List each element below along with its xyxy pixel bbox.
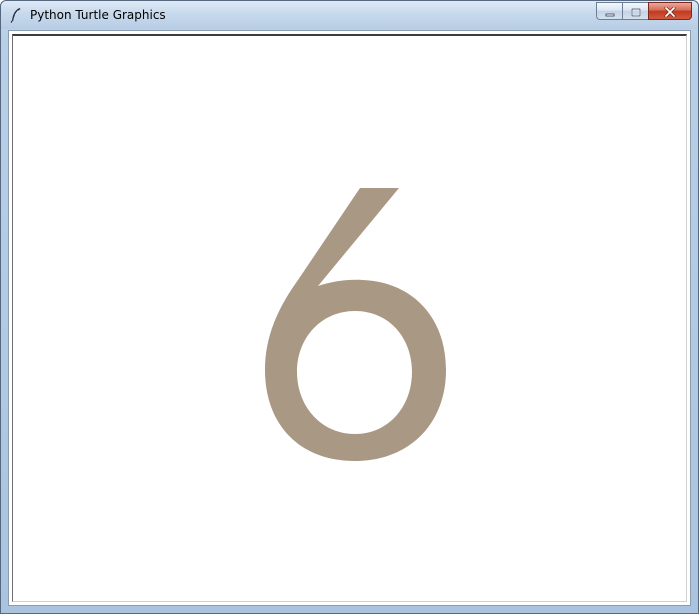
close-icon	[664, 2, 676, 21]
minimize-button[interactable]	[596, 2, 622, 20]
close-button[interactable]	[648, 2, 692, 20]
drawn-digit-6: 6	[265, 188, 446, 461]
window-title: Python Turtle Graphics	[30, 8, 166, 22]
window-client-area: 6	[8, 30, 691, 606]
minimize-icon	[605, 2, 615, 21]
maximize-icon	[630, 2, 641, 21]
title-bar[interactable]: Python Turtle Graphics	[1, 1, 698, 29]
app-window: Python Turtle Graphics	[0, 0, 699, 614]
feather-icon	[9, 7, 23, 23]
window-controls	[596, 2, 692, 21]
turtle-canvas[interactable]: 6	[12, 34, 687, 602]
maximize-button[interactable]	[622, 2, 648, 20]
digit-6-glyph	[265, 188, 446, 461]
